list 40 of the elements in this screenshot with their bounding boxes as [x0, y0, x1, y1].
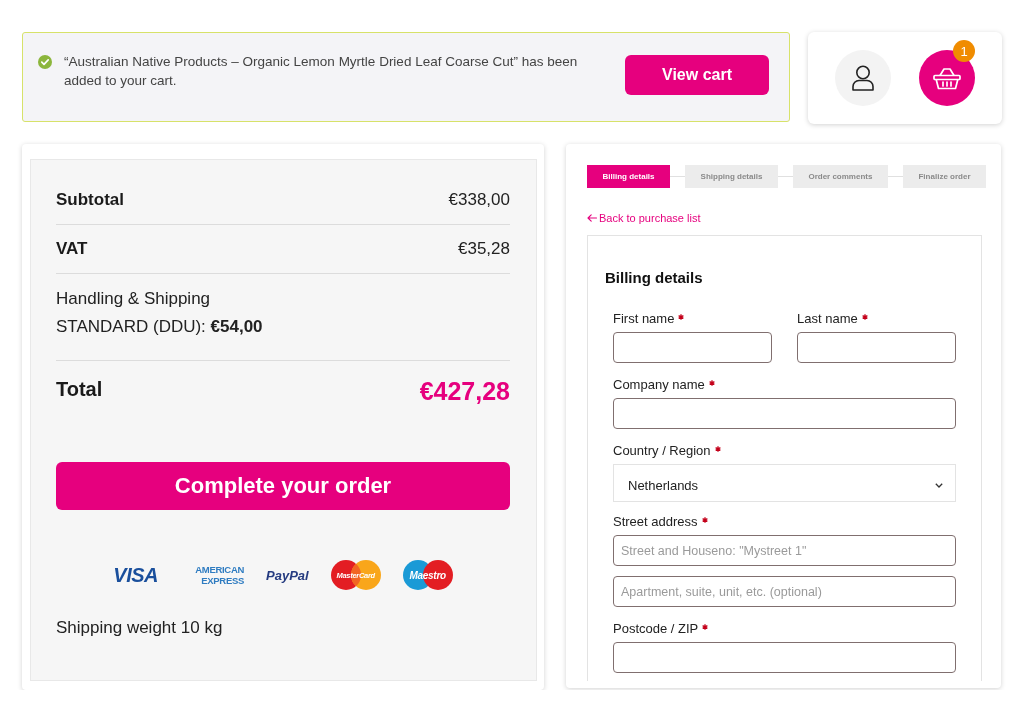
notice-message: “Australian Native Products – Organic Lemon Myrtle Dried Leaf Coarse Cut” has been added to your cart. — [64, 53, 579, 90]
field-label: Postcode / ZIP — [613, 620, 699, 636]
arrow-left-icon — [587, 214, 597, 222]
chevron-down-icon — [935, 482, 943, 488]
shipping-method: STANDARD (DDU): €54,00 — [56, 316, 263, 338]
input-field[interactable] — [797, 332, 956, 363]
payment-logo: PayPal — [266, 567, 309, 583]
field-label: First name — [613, 310, 675, 326]
summary-label: VAT — [56, 238, 88, 260]
input-field[interactable]: Apartment, suite, unit, etc. (optional) — [613, 576, 956, 607]
shipping-label: Handling & Shipping — [56, 288, 211, 310]
total-value: €427,28 — [419, 376, 510, 407]
summary-value: €35,28 — [458, 238, 510, 260]
summary-value: €338,00 — [448, 189, 510, 211]
country-select[interactable]: Netherlands — [613, 464, 956, 502]
total-label: Total — [56, 376, 103, 402]
payment-logo: AMERICAN EXPRESS — [194, 564, 244, 586]
field-label: Country / Region — [613, 442, 711, 458]
input-field[interactable] — [613, 332, 772, 363]
form-heading: Billing details — [605, 268, 704, 288]
view-cart-button[interactable]: View cart — [625, 55, 769, 95]
payment-logo: VISA — [113, 564, 158, 586]
input-field[interactable] — [613, 398, 956, 429]
summary-label: Subtotal — [56, 189, 124, 211]
field-label: Company name — [613, 376, 705, 392]
basket-icon — [932, 66, 962, 90]
step-tab[interactable]: Finalize order — [902, 165, 987, 188]
step-tab[interactable]: Billing details — [587, 165, 671, 188]
check-circle-icon — [38, 55, 52, 69]
back-link[interactable]: Back to purchase list — [587, 212, 701, 224]
complete-order-button[interactable]: Complete your order — [56, 462, 510, 510]
step-tab[interactable]: Order comments — [792, 165, 888, 188]
user-icon — [851, 65, 875, 91]
field-label: Last name — [797, 310, 858, 326]
step-tab[interactable]: Shipping details — [685, 165, 778, 188]
cart-count-badge: 1 — [953, 40, 975, 62]
field-label: Street address — [613, 513, 698, 529]
input-field[interactable] — [613, 642, 956, 673]
input-field[interactable]: Street and Houseno: "Mystreet 1" — [613, 535, 956, 566]
shipping-weight: Shipping weight 10 kg — [56, 617, 224, 639]
